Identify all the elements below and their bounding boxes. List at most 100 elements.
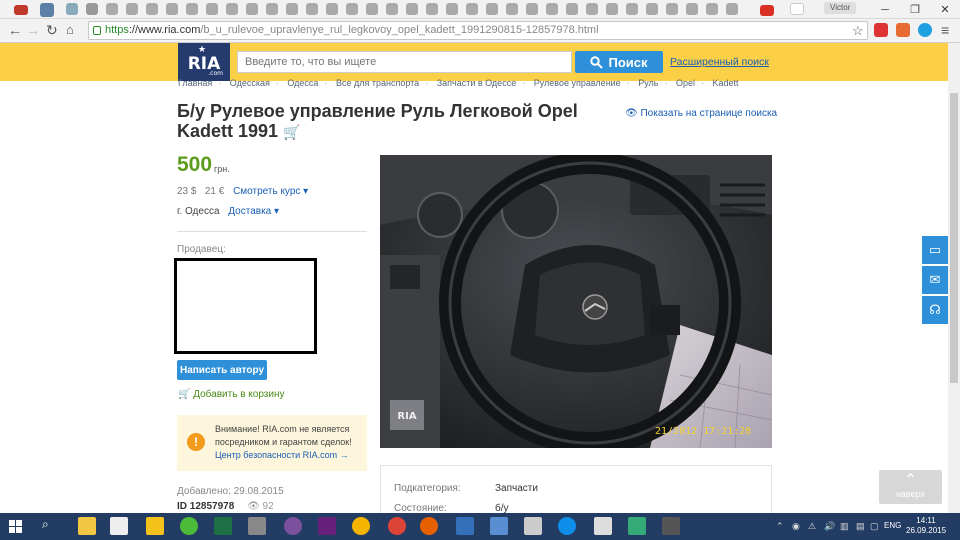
restore-icon[interactable]: ❐: [900, 0, 930, 19]
adblock-icon[interactable]: [874, 23, 888, 37]
extension-icon[interactable]: [896, 23, 910, 37]
tab-icon-21[interactable]: [426, 3, 438, 15]
firefox-icon[interactable]: [420, 517, 438, 535]
tab-icon-5[interactable]: [106, 3, 118, 15]
tab-icon-29[interactable]: [586, 3, 598, 15]
search-input[interactable]: [237, 51, 572, 73]
search-button[interactable]: Поиск: [575, 51, 663, 73]
monitor-icon[interactable]: [490, 517, 508, 535]
tab-icon-15[interactable]: [306, 3, 318, 15]
exchange-rate-link[interactable]: Смотреть курс ▾: [233, 186, 308, 197]
breadcrumb-item[interactable]: Kadett: [713, 78, 739, 88]
tab-icon-17[interactable]: [346, 3, 358, 15]
app-icon-4[interactable]: [628, 517, 646, 535]
tab-icon-16[interactable]: [326, 3, 338, 15]
tab-icon-18[interactable]: [366, 3, 378, 15]
app-icon-2[interactable]: [352, 517, 370, 535]
breadcrumb-item[interactable]: Руль: [638, 78, 658, 88]
delivery-link[interactable]: Доставка ▾: [228, 206, 279, 217]
add-to-cart-link[interactable]: 🛒 Добавить в корзину: [178, 389, 285, 400]
show-on-search-link[interactable]: 👁 Показать на странице поиска: [625, 108, 777, 119]
tab-icon-19[interactable]: [386, 3, 398, 15]
breadcrumb-item[interactable]: Главная: [178, 78, 212, 88]
chat-icon[interactable]: ▭: [922, 236, 948, 264]
tab-icon-active[interactable]: [790, 3, 804, 15]
tab-icon-20[interactable]: [406, 3, 418, 15]
batman-icon[interactable]: [146, 517, 164, 535]
profile-name[interactable]: Victor: [824, 2, 857, 14]
home-icon[interactable]: ⌂: [66, 22, 74, 37]
icq-icon[interactable]: [180, 517, 198, 535]
breadcrumb-item[interactable]: Opel: [676, 78, 695, 88]
tab-icon-22[interactable]: [446, 3, 458, 15]
viber-icon[interactable]: [284, 517, 302, 535]
advanced-search-link[interactable]: Расширенный поиск: [670, 56, 769, 68]
skype-icon[interactable]: [918, 23, 932, 37]
input-language[interactable]: ENG: [884, 521, 901, 530]
volume-icon[interactable]: 🔊: [824, 521, 835, 531]
store-icon[interactable]: [110, 517, 128, 535]
tab-icon-30[interactable]: [606, 3, 618, 15]
close-icon[interactable]: ✕: [930, 0, 960, 19]
address-bar[interactable]: https://www.ria.com/b_u_rulevoe_upravlen…: [88, 21, 868, 40]
ria-logo[interactable]: ★ RIA .com: [178, 43, 230, 81]
tab-icon-27[interactable]: [546, 3, 558, 15]
tab-icon-33[interactable]: [666, 3, 678, 15]
tray-icon[interactable]: ◉: [792, 521, 802, 531]
file-explorer-icon[interactable]: [78, 517, 96, 535]
visual-studio-icon[interactable]: [318, 517, 336, 535]
tab-icon-24[interactable]: [486, 3, 498, 15]
tab-icon-4[interactable]: [86, 3, 98, 15]
tab-icon-11[interactable]: [226, 3, 238, 15]
breadcrumb-item[interactable]: Одесса: [287, 78, 318, 88]
tab-icon-6[interactable]: [126, 3, 138, 15]
windows-start-icon[interactable]: [0, 513, 30, 540]
search-icon[interactable]: ⌕: [42, 517, 60, 535]
back-to-top-button[interactable]: ⌃ наверх: [879, 470, 942, 504]
teamviewer-icon[interactable]: [558, 517, 576, 535]
tab-icon-8[interactable]: [166, 3, 178, 15]
tab-icon-26[interactable]: [526, 3, 538, 15]
tab-icon-31[interactable]: [626, 3, 638, 15]
menu-icon[interactable]: ≡: [941, 22, 949, 38]
minimize-icon[interactable]: ─: [870, 0, 900, 19]
bookmark-star-icon[interactable]: ☆: [852, 23, 864, 39]
write-author-button[interactable]: Написать автору: [177, 360, 267, 380]
app-icon[interactable]: [248, 517, 266, 535]
scrollbar-thumb[interactable]: [950, 93, 958, 383]
notifications-icon[interactable]: ▢: [870, 521, 880, 531]
tab-icon-25[interactable]: [506, 3, 518, 15]
tab-icon-gmail[interactable]: [760, 5, 774, 16]
camera-icon[interactable]: [662, 517, 680, 535]
tab-icon-7[interactable]: [146, 3, 158, 15]
tray-icon[interactable]: ⚠: [808, 521, 818, 531]
tray-up-icon[interactable]: ⌃: [776, 521, 786, 531]
save-icon[interactable]: [456, 517, 474, 535]
breadcrumb-item[interactable]: Рулевое управление: [534, 78, 621, 88]
cart-add-icon[interactable]: 🛒: [283, 124, 300, 140]
tab-icon-13[interactable]: [266, 3, 278, 15]
network-icon[interactable]: ▥: [840, 521, 850, 531]
tab-icon-vk[interactable]: [40, 3, 54, 17]
tab-icon-28[interactable]: [566, 3, 578, 15]
headset-icon[interactable]: ☊: [922, 296, 948, 324]
tray-icon[interactable]: ▤: [856, 521, 866, 531]
tab-icon-32[interactable]: [646, 3, 658, 15]
tab-icon-36[interactable]: [726, 3, 738, 15]
mail-icon[interactable]: ✉: [922, 266, 948, 294]
security-center-link[interactable]: Центр безопасности RIA.com →: [215, 449, 361, 462]
tab-icon-10[interactable]: [206, 3, 218, 15]
page-scrollbar[interactable]: [948, 43, 960, 513]
tab-icon-1[interactable]: [14, 5, 28, 15]
tab-icon-9[interactable]: [186, 3, 198, 15]
breadcrumb-item[interactable]: Одесская: [230, 78, 270, 88]
tab-icon-23[interactable]: [466, 3, 478, 15]
tab-icon-12[interactable]: [246, 3, 258, 15]
excel-icon[interactable]: [214, 517, 232, 535]
tab-icon-34[interactable]: [686, 3, 698, 15]
back-icon[interactable]: ←: [8, 22, 22, 38]
breadcrumb-item[interactable]: Все для транспорта: [336, 78, 419, 88]
app-icon-3[interactable]: [524, 517, 542, 535]
tab-icon-3[interactable]: [66, 3, 78, 15]
breadcrumb-item[interactable]: Запчасти в Одессе: [437, 78, 517, 88]
